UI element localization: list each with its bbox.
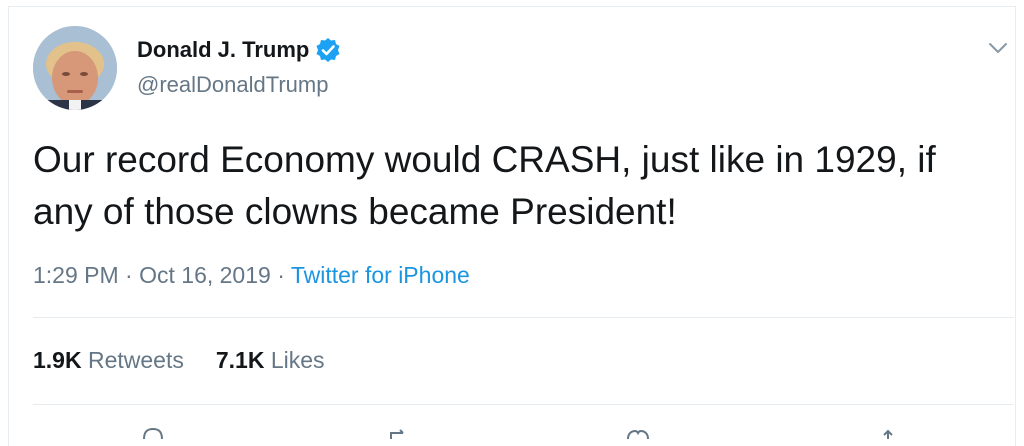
chevron-down-icon[interactable] [987, 40, 1009, 56]
meta-separator: · [270, 262, 291, 288]
tweet-actions [140, 426, 901, 440]
retweets-label: Retweets [81, 347, 184, 373]
divider [33, 404, 1014, 405]
verified-badge-icon [315, 37, 341, 63]
meta-separator: · [118, 262, 140, 288]
tweet-meta: 1:29 PM · Oct 16, 2019 · Twitter for iPh… [33, 260, 470, 290]
like-icon[interactable] [625, 426, 651, 440]
author-name-row[interactable]: Donald J. Trump [137, 36, 341, 64]
likes-count: 7.1K [215, 347, 265, 373]
retweets-count: 1.9K [33, 347, 82, 373]
likes-stat[interactable]: 7.1K Likes [216, 345, 325, 375]
tweet-date[interactable]: Oct 16, 2019 [139, 262, 271, 288]
author-display-name[interactable]: Donald J. Trump [137, 36, 309, 64]
share-icon[interactable] [875, 426, 901, 439]
reply-icon[interactable] [140, 426, 166, 440]
retweet-icon[interactable] [385, 426, 411, 439]
tweet-source-link[interactable]: Twitter for iPhone [291, 262, 470, 288]
likes-label: Likes [264, 347, 325, 373]
retweets-stat[interactable]: 1.9K Retweets [33, 345, 184, 375]
author-handle[interactable]: @realDonaldTrump [137, 71, 328, 99]
tweet-time[interactable]: 1:29 PM [33, 262, 119, 288]
avatar[interactable] [33, 26, 117, 110]
tweet-stats: 1.9K Retweets 7.1K Likes [33, 345, 325, 375]
divider [33, 317, 1014, 318]
tweet-text: Our record Economy would CRASH, just lik… [33, 139, 936, 232]
